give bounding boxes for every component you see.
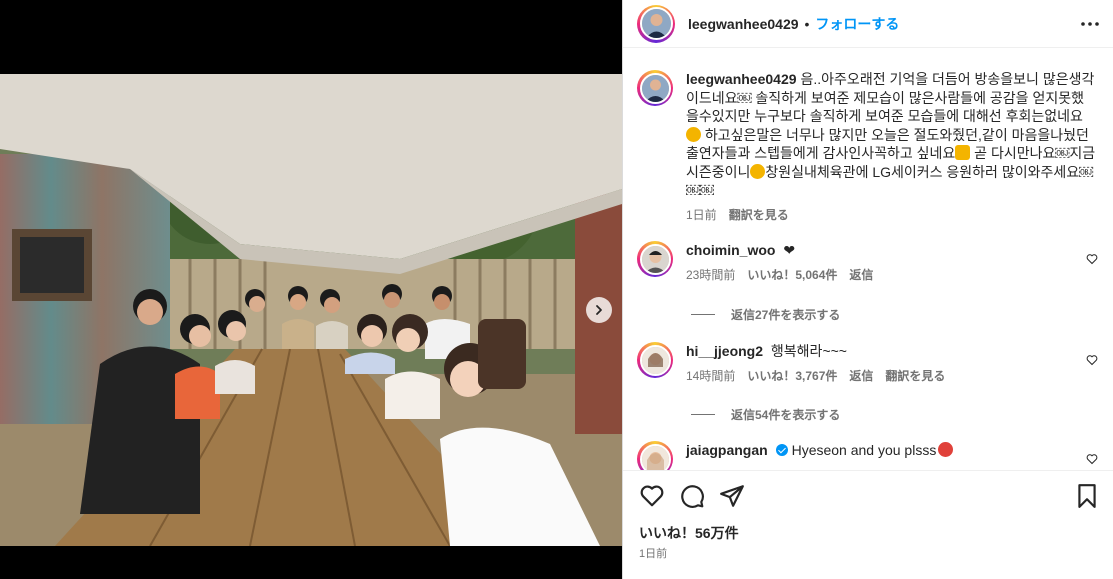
comment-username[interactable]: jaiagpangan	[686, 442, 768, 458]
replies-line	[691, 314, 715, 315]
bookmark-icon[interactable]	[1074, 483, 1100, 509]
comment-row: choimin_woo ❤ 23時間前 いいね！5,064件 返信	[637, 241, 1096, 283]
comment-like-heart-icon[interactable]	[1086, 453, 1098, 465]
comment-time: 14時間前	[686, 368, 736, 383]
avatar-image	[639, 72, 671, 104]
comment-like-heart-icon[interactable]	[1086, 253, 1098, 265]
comment-reply-button[interactable]: 返信	[849, 266, 873, 283]
comment-meta: 14時間前 いいね！3,767件 返信 翻訳を見る	[686, 367, 1096, 384]
comment-like-heart-icon[interactable]	[1086, 354, 1098, 366]
comment-text: jaiagpangan Hyeseon and you plsss	[686, 441, 1096, 460]
verified-badge-icon	[775, 444, 788, 456]
follow-button[interactable]: フォローする	[815, 14, 899, 34]
more-options-button[interactable]	[1080, 14, 1100, 34]
separator-dot: •	[804, 15, 810, 32]
comment-reply-button[interactable]: 返信	[849, 367, 873, 384]
view-replies-label: 返信27件を表示する	[731, 308, 841, 322]
post-header: leegwanhee0429 • フォローする	[623, 0, 1113, 48]
photo-illustration	[0, 74, 622, 546]
heart-eyes-emoji-icon	[938, 442, 954, 457]
comments-list[interactable]: leegwanhee0429 음..아주오래전 기억을 더듬어 방송을보니 많은생…	[623, 58, 1113, 470]
comment-body: Hyeseon and you plsss	[791, 442, 937, 458]
avatar-image	[639, 243, 671, 275]
view-replies-button[interactable]: 返信54件を表示する	[691, 406, 840, 423]
commenter-avatar[interactable]	[637, 241, 673, 277]
author-username[interactable]: leegwanhee0429	[688, 16, 799, 32]
send-icon[interactable]	[719, 483, 745, 509]
comment-like-count[interactable]: いいね！5,064件	[747, 266, 837, 283]
likes-count[interactable]: いいね！56万件	[639, 523, 739, 543]
chevron-right-icon	[596, 305, 602, 315]
more-horizontal-icon	[1081, 22, 1099, 26]
comment-row: hi__jjeong2 행복해라~~~ 14時間前 いいね！3,767件 返信 …	[637, 342, 1096, 384]
replies-line	[691, 414, 715, 415]
caption-meta: 1日前 翻訳を見る	[686, 206, 1096, 223]
sad-emoji-icon	[686, 126, 701, 142]
post-actions: いいね！56万件 1日前	[623, 470, 1113, 579]
caption-translate-link[interactable]: 翻訳を見る	[729, 206, 789, 223]
post-side-panel: leegwanhee0429 • フォローする leegwanhee0429 음.…	[622, 0, 1113, 579]
sad-emoji-icon	[750, 163, 766, 179]
author-avatar[interactable]	[637, 4, 675, 43]
avatar-image	[639, 7, 673, 40]
view-replies-label: 返信54件を表示する	[731, 408, 841, 422]
post-timestamp[interactable]: 1日前	[639, 545, 667, 561]
caption-row: leegwanhee0429 음..아주오래전 기억을 더듬어 방송을보니 많은생…	[637, 70, 1096, 223]
media-pane	[0, 0, 622, 579]
comment-text: hi__jjeong2 행복해라~~~	[686, 342, 1096, 361]
comment-row: jaiagpangan Hyeseon and you plsss	[637, 441, 1096, 470]
comment-text: choimin_woo ❤	[686, 241, 1096, 260]
caption-username[interactable]: leegwanhee0429	[686, 71, 797, 87]
comment-icon[interactable]	[679, 483, 705, 509]
carousel-next-button[interactable]	[586, 297, 612, 323]
caption-time: 1日前	[686, 207, 717, 222]
avatar-image	[639, 344, 671, 376]
avatar-image	[639, 443, 671, 470]
comment-meta: 23時間前 いいね！5,064件 返信	[686, 266, 1096, 283]
comment-translate-link[interactable]: 翻訳を見る	[885, 367, 945, 384]
comment-username[interactable]: hi__jjeong2	[686, 343, 763, 359]
commenter-avatar[interactable]	[637, 342, 673, 378]
commenter-avatar[interactable]	[637, 441, 673, 470]
caption-avatar[interactable]	[637, 70, 673, 106]
heart-icon[interactable]	[639, 483, 665, 509]
comment-body: ❤	[783, 242, 796, 258]
caption-text: leegwanhee0429 음..아주오래전 기억을 더듬어 방송을보니 많은생…	[686, 70, 1096, 200]
comment-like-count[interactable]: いいね！3,767件	[747, 367, 837, 384]
comment-username[interactable]: choimin_woo	[686, 242, 775, 258]
post-photo[interactable]	[0, 74, 622, 546]
comment-time: 23時間前	[686, 267, 736, 282]
comment-body: 행복해라~~~	[770, 343, 847, 359]
thumbs-up-emoji-icon	[955, 145, 971, 160]
view-replies-button[interactable]: 返信27件を表示する	[691, 306, 840, 323]
